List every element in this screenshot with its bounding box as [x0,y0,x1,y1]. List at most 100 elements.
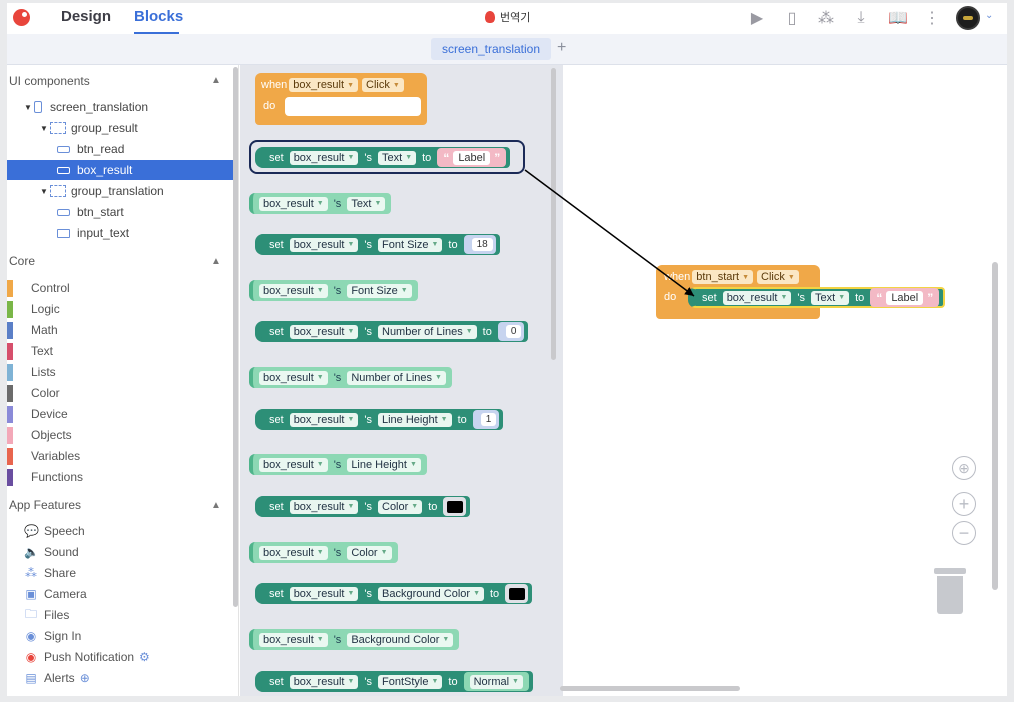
feature-sign-in[interactable]: ◉ Sign In [24,627,82,645]
collapse-app-features-icon[interactable]: ▲ [211,500,221,511]
component-dropdown[interactable]: box_result ▼ [259,457,328,472]
gear-icon[interactable]: ⚙ [139,650,150,664]
core-item-lists[interactable]: Lists [7,363,56,381]
property-dropdown[interactable]: Line Height ▼ [378,412,452,427]
property-dropdown[interactable]: FontStyle ▼ [378,674,443,689]
core-item-math[interactable]: Math [7,321,58,339]
font-style-block[interactable]: Normal ▼ [463,672,529,691]
component-dropdown[interactable]: box_result ▼ [289,586,359,601]
component-dropdown[interactable]: box_result ▼ [289,237,359,252]
caret-down-icon[interactable]: ▼ [40,187,50,196]
feature-share[interactable]: ⁂ Share [24,564,76,582]
zoom-out-icon[interactable]: − [952,521,976,545]
component-dropdown[interactable]: box_result ▼ [259,370,328,385]
property-dropdown[interactable]: Font Size ▼ [378,237,443,252]
component-dropdown[interactable]: box_result ▼ [289,324,359,339]
string-block[interactable]: “Label” [870,288,940,307]
tree-item-btn-read[interactable]: btn_read [7,139,234,159]
feature-alerts[interactable]: ▤ Alerts ⊕ [24,669,90,687]
sidebar-scrollbar[interactable] [233,67,238,607]
property-dropdown[interactable]: Font Size ▼ [347,283,412,298]
zoom-in-icon[interactable]: + [952,492,976,516]
core-item-control[interactable]: Control [7,279,70,297]
component-dropdown[interactable]: box_result ▼ [722,290,792,305]
component-dropdown[interactable]: box_result ▼ [289,674,359,689]
set-font-style-block[interactable]: set box_result ▼ 's FontStyle ▼ to Normal ▼ [255,671,533,692]
set-font-size-block[interactable]: set box_result ▼ 's Font Size ▼ to 18 [255,234,500,255]
play-icon[interactable]: ▶ [746,7,768,29]
feature-speech[interactable]: 💬 Speech [24,522,85,540]
property-dropdown[interactable]: Text ▼ [811,290,850,305]
core-item-functions[interactable]: Functions [7,468,83,486]
caret-down-icon[interactable]: ▼ [40,124,50,133]
tree-item-group-result[interactable]: ▼ group_result [7,118,234,138]
property-dropdown[interactable]: Line Height ▼ [347,457,421,472]
component-dropdown[interactable]: box_result ▼ [289,412,359,427]
color-swatch[interactable] [509,587,526,600]
core-item-color[interactable]: Color [7,384,60,402]
number-value[interactable]: 18 [471,238,493,251]
color-swatch[interactable] [447,500,464,513]
download-icon[interactable]: ⤓ [850,7,872,29]
share-icon[interactable]: ⁂ [815,7,837,29]
property-dropdown[interactable]: Number of Lines ▼ [347,370,446,385]
recenter-icon[interactable]: ⊕ [952,456,976,480]
feature-files[interactable]: 🗀 Files [24,606,69,624]
number-block[interactable]: 18 [463,235,496,254]
tab-design[interactable]: Design [61,8,111,25]
tab-blocks[interactable]: Blocks [134,8,183,25]
font-style-dropdown[interactable]: Normal ▼ [469,674,523,689]
set-number-of-lines-block[interactable]: set box_result ▼ 's Number of Lines ▼ to 0 [255,321,529,342]
get-number-of-lines-block[interactable]: box_result ▼ 's Number of Lines ▼ [249,367,452,388]
get-line-height-block[interactable]: box_result ▼ 's Line Height ▼ [249,454,427,475]
number-value[interactable]: 0 [505,325,522,338]
event-dropdown[interactable]: Click ▼ [757,270,799,284]
component-dropdown[interactable]: box_result ▼ [289,78,358,92]
tree-item-box-result[interactable]: box_result [7,160,234,180]
get-font-size-block[interactable]: box_result ▼ 's Font Size ▼ [249,280,418,301]
string-value[interactable]: Label [453,150,491,165]
set-color-block[interactable]: set box_result ▼ 's Color ▼ to [255,496,471,517]
property-dropdown[interactable]: Color ▼ [378,499,423,514]
chevron-down-icon[interactable]: ⌄ [985,10,993,21]
property-dropdown[interactable]: Number of Lines ▼ [378,324,477,339]
tree-item-group-translation[interactable]: ▼ group_translation [7,181,234,201]
workspace-horizontal-scrollbar[interactable] [560,686,740,691]
tree-item-input-text[interactable]: input_text [7,223,234,243]
tree-item-screen[interactable]: ▼ screen_translation [7,97,234,117]
core-item-text[interactable]: Text [7,342,53,360]
number-block[interactable]: 0 [497,322,525,341]
set-text-block[interactable]: set box_result ▼ 's Text ▼ to “Label” [255,147,511,168]
collapse-ui-components-icon[interactable]: ▲ [211,75,221,86]
property-dropdown[interactable]: Text ▼ [378,150,417,165]
get-color-block[interactable]: box_result ▼ 's Color ▼ [249,542,398,563]
get-text-block[interactable]: box_result ▼ 's Text ▼ [249,193,392,214]
string-block[interactable]: “Label” [437,148,507,167]
property-dropdown[interactable]: Background Color ▼ [347,632,454,647]
number-block[interactable]: 1 [472,410,500,429]
string-value[interactable]: Label [886,290,924,305]
set-line-height-block[interactable]: set box_result ▼ 's Line Height ▼ to 1 [255,409,504,430]
component-dropdown[interactable]: box_result ▼ [259,196,328,211]
color-block[interactable] [505,584,529,603]
trash-icon[interactable] [934,568,966,614]
core-item-variables[interactable]: Variables [7,447,80,465]
component-dropdown[interactable]: box_result ▼ [289,499,359,514]
property-dropdown[interactable]: Color ▼ [347,545,392,560]
core-item-device[interactable]: Device [7,405,68,423]
collapse-core-icon[interactable]: ▲ [211,256,221,267]
add-icon[interactable]: ⊕ [80,671,90,685]
device-icon[interactable]: ▯ [781,7,803,29]
tree-item-btn-start[interactable]: btn_start [7,202,234,222]
number-value[interactable]: 1 [480,413,497,426]
component-dropdown[interactable]: box_result ▼ [259,283,328,298]
property-dropdown[interactable]: Background Color ▼ [378,586,484,601]
component-dropdown[interactable]: box_result ▼ [259,545,328,560]
core-item-logic[interactable]: Logic [7,300,60,318]
add-screen-button[interactable]: + [557,39,566,57]
flyout-scrollbar[interactable] [551,68,556,360]
caret-down-icon[interactable]: ▼ [24,103,34,112]
avatar[interactable] [956,6,980,30]
component-dropdown[interactable]: box_result ▼ [289,150,359,165]
component-dropdown[interactable]: box_result ▼ [259,632,328,647]
